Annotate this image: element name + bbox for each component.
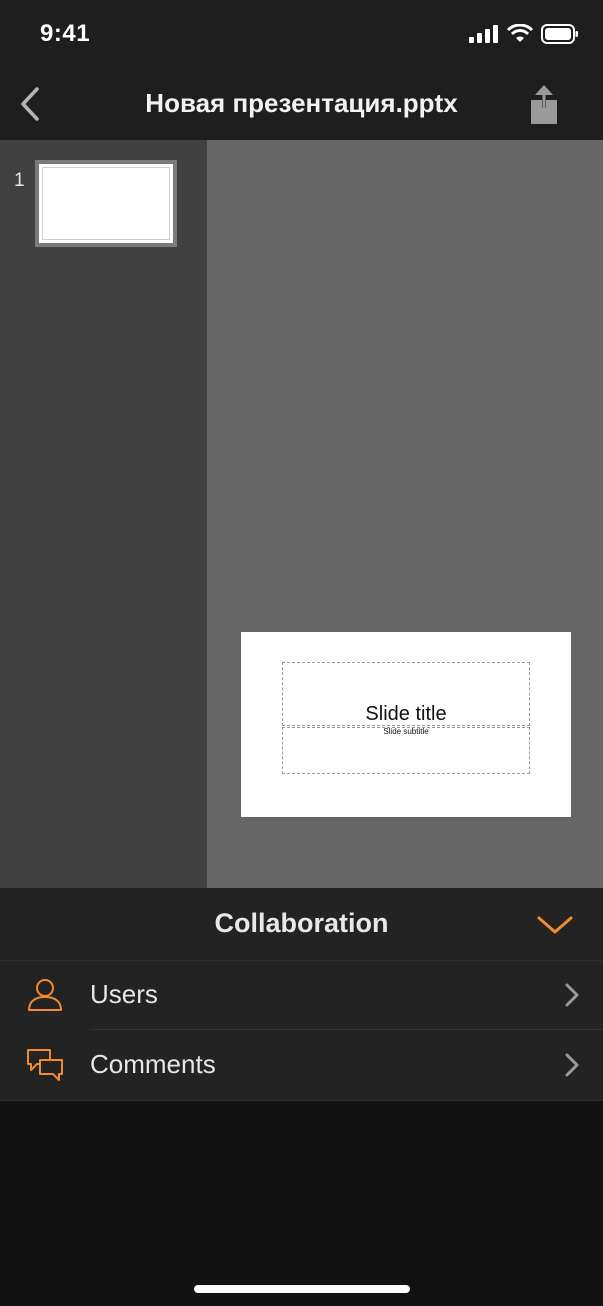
subtitle-placeholder[interactable]: Slide subtitle [282, 727, 530, 774]
collaboration-item-comments[interactable]: Comments [0, 1030, 603, 1100]
user-icon [28, 979, 62, 1011]
wifi-icon [507, 24, 533, 42]
title-placeholder[interactable]: Slide title [282, 662, 530, 726]
slide-thumbnail-number: 1 [14, 170, 25, 191]
home-indicator[interactable] [194, 1285, 410, 1293]
collaboration-item-label: Comments [90, 1049, 216, 1079]
chevron-right-icon [565, 1053, 579, 1077]
collaboration-item-users[interactable]: Users [0, 960, 603, 1030]
status-time: 9:41 [40, 20, 91, 47]
battery-icon [541, 24, 578, 44]
status-bar: 9:41 [0, 0, 603, 70]
navigation-bar: Новая презентация.pptx [0, 70, 603, 140]
slide-canvas[interactable]: Slide title Slide subtitle [207, 140, 603, 888]
status-icons [469, 24, 579, 44]
comments-icon [27, 1049, 63, 1081]
collapse-panel-button[interactable] [535, 910, 575, 940]
slide-title-text: Slide title [365, 703, 447, 725]
chevron-right-icon [565, 983, 579, 1007]
document-title: Новая презентация.pptx [145, 88, 458, 118]
cellular-signal-icon [469, 25, 498, 43]
share-button[interactable] [529, 84, 559, 126]
collaboration-item-label: Users [90, 979, 158, 1009]
editor-area: 1 Slide title Slide subtitle [0, 140, 603, 888]
slide-thumbnails-panel[interactable]: 1 [0, 140, 207, 888]
panel-divider [0, 1100, 603, 1101]
collaboration-header: Collaboration [0, 888, 603, 961]
slide-thumbnail[interactable] [35, 160, 177, 247]
slide-subtitle-text: Slide subtitle [383, 727, 429, 736]
slide[interactable]: Slide title Slide subtitle [241, 632, 571, 817]
chevron-down-icon [537, 916, 573, 934]
slide-thumbnail-preview [42, 167, 170, 240]
collaboration-title: Collaboration [214, 908, 389, 938]
collaboration-panel: Collaboration Users Comments [0, 888, 603, 1101]
share-icon [531, 85, 557, 124]
